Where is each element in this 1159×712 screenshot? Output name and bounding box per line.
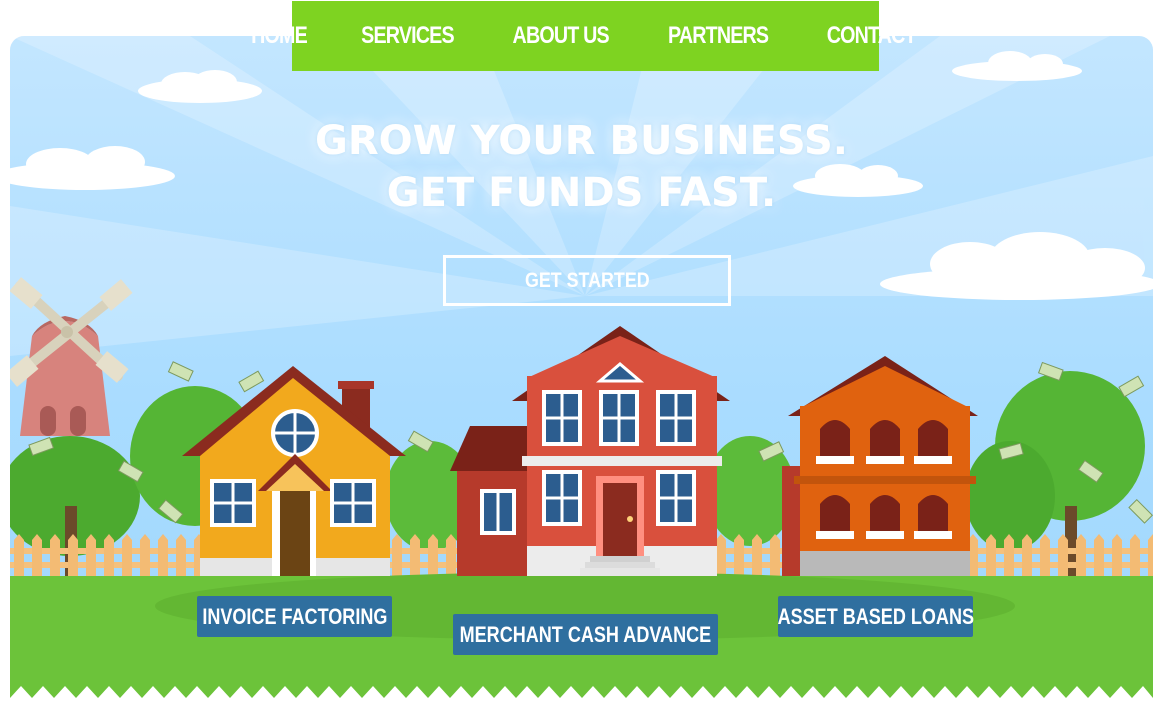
nav-home[interactable]: HOME [251,22,308,50]
nav-partners[interactable]: PARTNERS [668,22,769,50]
asset-based-loans-label: ASSET BASED LOANS [777,603,974,629]
merchant-cash-advance-label: MERCHANT CASH ADVANCE [459,621,712,647]
asset-based-loans-button[interactable]: ASSET BASED LOANS [777,596,974,637]
merchant-cash-advance-button[interactable]: MERCHANT CASH ADVANCE [453,614,718,655]
hero-scene: GROW YOUR BUSINESS. GET FUNDS FAST. [10,36,1153,712]
hero-headline-line1: GROW YOUR BUSINESS. [315,118,848,164]
nav-about-us[interactable]: ABOUT US [512,22,609,50]
get-started-button[interactable]: GET STARTED [443,255,731,306]
red-house-illustration [450,326,730,576]
orange-house-illustration [782,356,978,576]
invoice-factoring-button[interactable]: INVOICE FACTORING [197,596,392,637]
nav-contact[interactable]: CONTACT [827,22,917,50]
invoice-factoring-label: INVOICE FACTORING [201,603,388,629]
hero-headline-line2: GET FUNDS FAST. [386,170,777,216]
nav-services[interactable]: SERVICES [361,22,454,50]
main-nav: HOME SERVICES ABOUT US PARTNERS CONTACT [251,1,917,71]
get-started-label: GET STARTED [524,268,650,292]
